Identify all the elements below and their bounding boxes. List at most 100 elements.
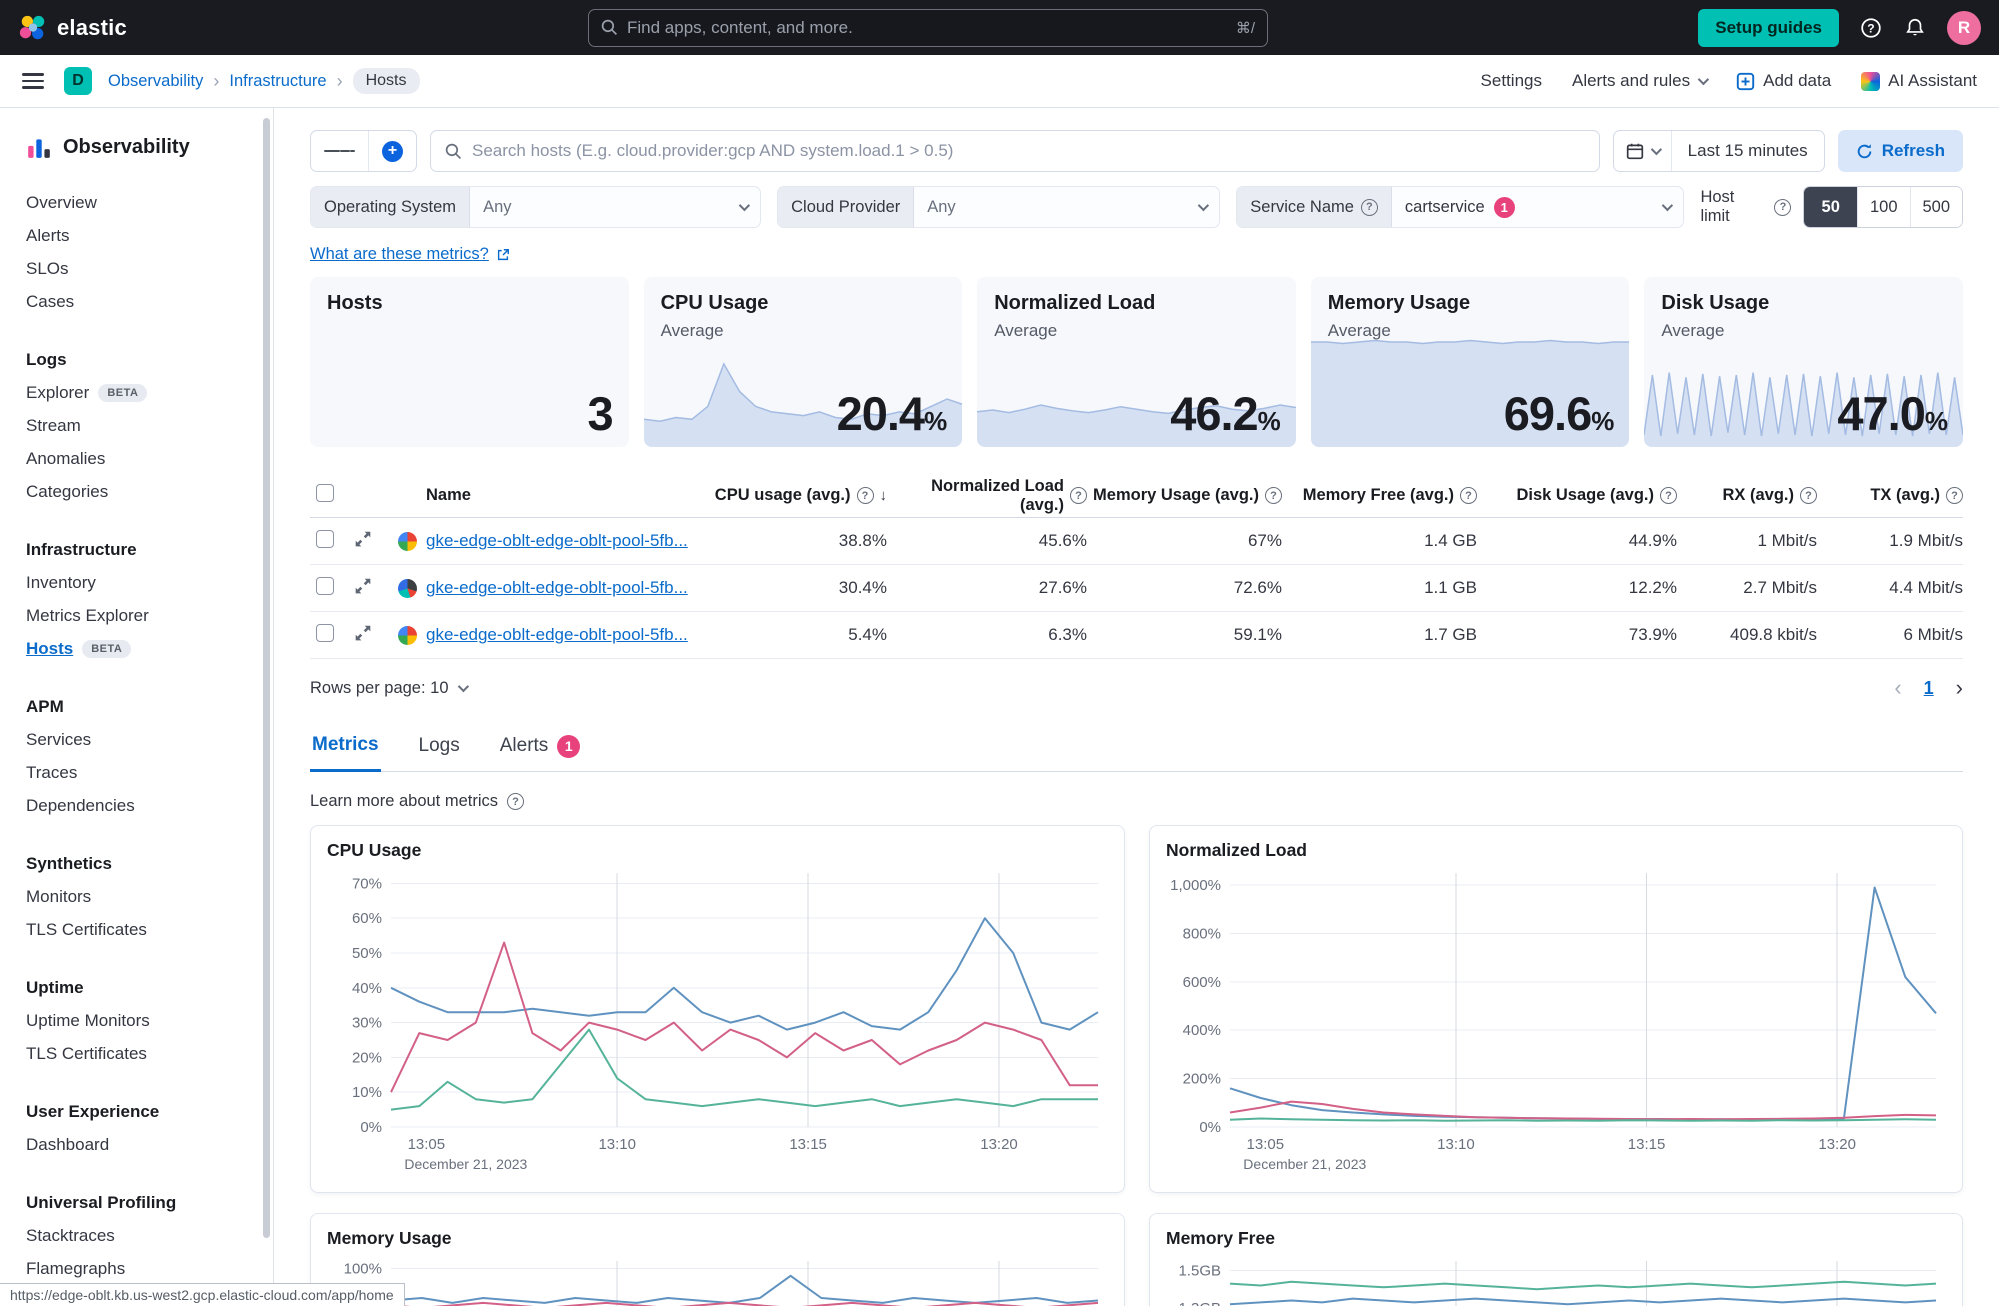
row-checkbox[interactable] [316,623,334,642]
sidebar-item-overview[interactable]: Overview [26,186,273,219]
host-limit-500-button[interactable]: 500 [1909,187,1963,227]
kpi-memory-usage-card[interactable]: Memory Usage Average 69.6% [1310,277,1630,447]
what-are-these-metrics-link[interactable]: What are these metrics? [310,245,510,264]
column-header-tx[interactable]: TX (avg.)? [1817,486,1963,505]
question-circle-icon[interactable]: ? [1360,198,1378,216]
previous-page-button[interactable]: ‹ [1894,675,1901,701]
global-search-input[interactable] [627,17,1227,38]
sidebar-item-flamegraphs[interactable]: Flamegraphs [26,1252,273,1285]
refresh-button[interactable]: Refresh [1837,130,1963,172]
expand-row-icon[interactable] [354,530,372,548]
sidebar-item-tls-certificates[interactable]: TLS Certificates [26,913,273,946]
page-number[interactable]: 1 [1924,678,1934,699]
kpi-cpu-usage-card[interactable]: CPU Usage Average 20.4% [643,277,963,447]
sidebar-item-explorer[interactable]: Explorer BETA [26,376,273,409]
question-circle-icon[interactable]: ? [1800,487,1817,504]
host-limit-100-button[interactable]: 100 [1856,187,1910,227]
user-avatar[interactable]: R [1947,10,1981,45]
menu-hamburger-icon[interactable] [22,73,44,89]
kpi-normalized-load-card[interactable]: Normalized Load Average 46.2% [977,277,1296,447]
sidebar-item-traces[interactable]: Traces [26,756,273,789]
sidebar-item-inventory[interactable]: Inventory [26,566,273,599]
row-checkbox[interactable] [316,529,334,548]
svg-text:100%: 100% [344,1260,382,1277]
hosts-search-input[interactable] [472,141,1585,161]
column-header-name[interactable]: Name [396,486,702,505]
sidebar-item-categories[interactable]: Categories [26,475,273,508]
help-icon[interactable]: ? [1859,16,1883,40]
memory-usage-chart[interactable]: 100%80%60%40%20%0%13:0513:1013:1513:20De… [327,1253,1108,1306]
column-header-memory-usage[interactable]: Memory Usage (avg.)? [1087,486,1282,505]
kpi-hosts-card[interactable]: Hosts 3 [310,277,629,447]
question-circle-icon[interactable]: ? [1774,198,1792,216]
question-circle-icon[interactable]: ? [1070,487,1087,504]
tab-logs[interactable]: Logs [417,734,462,771]
breadcrumb-observability[interactable]: Observability [108,72,203,91]
question-circle-icon[interactable]: ? [1946,487,1963,504]
sidebar-item-uptime-tls-certificates[interactable]: TLS Certificates [26,1037,273,1070]
question-circle-icon[interactable]: ? [1265,487,1282,504]
column-header-disk-usage[interactable]: Disk Usage (avg.)? [1477,486,1677,505]
service-name-filter[interactable]: Service Name? cartservice 1 [1236,186,1685,228]
select-all-checkbox[interactable] [316,484,334,502]
alerts-and-rules-button[interactable]: Alerts and rules [1572,71,1710,91]
hosts-search[interactable] [430,130,1600,172]
next-page-button[interactable]: › [1956,675,1963,701]
elastic-home-link[interactable]: elastic [18,13,258,43]
sidebar-item-uptime-monitors[interactable]: Uptime Monitors [26,1004,273,1037]
setup-guides-button[interactable]: Setup guides [1698,8,1839,47]
sidebar-item-alerts[interactable]: Alerts [26,219,273,252]
column-header-rx[interactable]: RX (avg.)? [1677,486,1817,505]
sidebar-item-stream[interactable]: Stream [26,409,273,442]
breadcrumb-infrastructure[interactable]: Infrastructure [229,72,326,91]
normalized-load-panel: Normalized Load 0% 200% 400% 600% 800% 1,000%… [1149,825,1963,1193]
gke-host-icon [398,531,417,551]
global-search[interactable]: ⌘/ [588,8,1268,47]
normalized-load-chart[interactable]: 0% 200% 400% 600% 800% 1,000% 13:05 13:10 13:15 1… [1166,865,1946,1177]
sidebar-item-slos[interactable]: SLOs [26,252,273,285]
cloud-provider-filter[interactable]: Cloud Provider Any [777,186,1221,228]
host-limit-50-button[interactable]: 50 [1804,187,1857,227]
kpi-disk-usage-card[interactable]: Disk Usage Average 47.0% [1644,277,1963,447]
sidebar-item-cases[interactable]: Cases [26,285,273,318]
sidebar-item-metrics-explorer[interactable]: Metrics Explorer [26,599,273,632]
alerts-bell-icon[interactable] [1903,16,1927,40]
operating-system-filter[interactable]: Operating System Any [310,186,762,228]
row-checkbox[interactable] [316,576,334,595]
question-circle-icon[interactable]: ? [1460,487,1477,504]
sidebar-item-services[interactable]: Services [26,723,273,756]
tab-alerts[interactable]: Alerts 1 [498,734,583,771]
deployment-badge[interactable]: D [64,67,92,95]
settings-button[interactable]: Settings [1481,71,1542,91]
add-filter-button[interactable]: + [368,131,416,171]
question-circle-icon[interactable]: ? [1660,487,1677,504]
calendar-dropdown[interactable] [1614,131,1672,171]
memory-free-chart[interactable]: 1.5GB1.3GB1.1GB0.9GB0.7GB0.5GB13:0513:10… [1166,1253,1946,1306]
sidebar-item-dependencies[interactable]: Dependencies [26,789,273,822]
cpu-usage-chart[interactable]: 0% 10% 20% 30% 40% 50% 60% 70% 13:05 13:10 13:15 13… [327,865,1108,1177]
time-range-value[interactable]: Last 15 minutes [1672,141,1824,161]
sidebar-item-hosts[interactable]: Hosts BETA [26,632,273,665]
column-header-memory-free[interactable]: Memory Free (avg.)? [1282,486,1477,505]
host-name-link[interactable]: gke-edge-oblt-edge-oblt-pool-5fb... [426,531,688,551]
host-name-link[interactable]: gke-edge-oblt-edge-oblt-pool-5fb... [426,578,688,598]
expand-row-icon[interactable] [354,577,372,595]
sidebar-item-stacktraces[interactable]: Stacktraces [26,1219,273,1252]
column-header-cpu[interactable]: CPU usage (avg.)? ↓ [702,486,887,505]
tab-metrics[interactable]: Metrics [310,734,381,772]
add-data-button[interactable]: Add data [1736,71,1831,91]
sidebar-scrollbar[interactable] [263,118,270,1238]
sidebar-item-anomalies[interactable]: Anomalies [26,442,273,475]
column-header-normalized-load[interactable]: Normalized Load (avg.)? [887,477,1087,515]
filter-icon[interactable] [311,131,368,171]
sidebar-item-dashboard[interactable]: Dashboard [26,1128,273,1161]
question-circle-icon[interactable]: ? [856,487,874,504]
rows-per-page-selector[interactable]: Rows per page: 10 [310,679,469,698]
expand-row-icon[interactable] [354,624,372,642]
search-shortcut-hint: ⌘/ [1235,19,1255,37]
host-name-link[interactable]: gke-edge-oblt-edge-oblt-pool-5fb... [426,625,688,645]
sidebar-item-monitors[interactable]: Monitors [26,880,273,913]
question-circle-icon[interactable]: ? [507,793,525,810]
table-row: gke-edge-oblt-edge-oblt-pool-5fb... 30.4… [310,565,1963,612]
ai-assistant-button[interactable]: AI Assistant [1861,71,1977,91]
